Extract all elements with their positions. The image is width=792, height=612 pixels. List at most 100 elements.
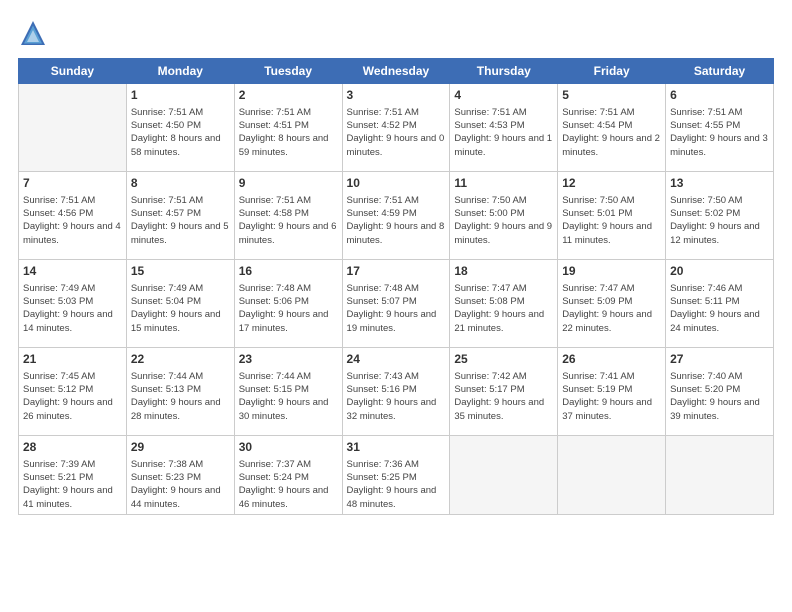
weekday-header-sunday: Sunday xyxy=(19,59,127,84)
calendar-cell: 16 Sunrise: 7:48 AMSunset: 5:06 PMDayligh… xyxy=(234,260,342,348)
calendar-cell xyxy=(666,436,774,515)
day-number: 11 xyxy=(454,175,553,192)
day-info: Sunrise: 7:46 AMSunset: 5:11 PMDaylight:… xyxy=(670,282,769,335)
day-number: 6 xyxy=(670,87,769,104)
logo xyxy=(18,18,50,48)
calendar-cell: 8 Sunrise: 7:51 AMSunset: 4:57 PMDaylight… xyxy=(126,172,234,260)
calendar-cell: 23 Sunrise: 7:44 AMSunset: 5:15 PMDayligh… xyxy=(234,348,342,436)
day-info: Sunrise: 7:39 AMSunset: 5:21 PMDaylight:… xyxy=(23,458,122,511)
weekday-row: SundayMondayTuesdayWednesdayThursdayFrid… xyxy=(19,59,774,84)
day-number: 8 xyxy=(131,175,230,192)
day-number: 15 xyxy=(131,263,230,280)
day-number: 25 xyxy=(454,351,553,368)
day-number: 24 xyxy=(347,351,446,368)
day-number: 21 xyxy=(23,351,122,368)
day-info: Sunrise: 7:50 AMSunset: 5:02 PMDaylight:… xyxy=(670,194,769,247)
day-info: Sunrise: 7:42 AMSunset: 5:17 PMDaylight:… xyxy=(454,370,553,423)
weekday-header-monday: Monday xyxy=(126,59,234,84)
calendar-table: SundayMondayTuesdayWednesdayThursdayFrid… xyxy=(18,58,774,515)
calendar-cell: 1 Sunrise: 7:51 AMSunset: 4:50 PMDaylight… xyxy=(126,84,234,172)
calendar-cell: 24 Sunrise: 7:43 AMSunset: 5:16 PMDayligh… xyxy=(342,348,450,436)
day-info: Sunrise: 7:51 AMSunset: 4:51 PMDaylight:… xyxy=(239,106,338,159)
day-info: Sunrise: 7:47 AMSunset: 5:08 PMDaylight:… xyxy=(454,282,553,335)
calendar-cell: 20 Sunrise: 7:46 AMSunset: 5:11 PMDayligh… xyxy=(666,260,774,348)
logo-icon xyxy=(18,18,48,48)
calendar-cell: 19 Sunrise: 7:47 AMSunset: 5:09 PMDayligh… xyxy=(558,260,666,348)
day-info: Sunrise: 7:51 AMSunset: 4:50 PMDaylight:… xyxy=(131,106,230,159)
calendar-header: SundayMondayTuesdayWednesdayThursdayFrid… xyxy=(19,59,774,84)
calendar-cell: 6Sunrise: 7:51 AMSunset: 4:55 PMDaylight… xyxy=(666,84,774,172)
calendar-cell: 4 Sunrise: 7:51 AMSunset: 4:53 PMDaylight… xyxy=(450,84,558,172)
day-number: 9 xyxy=(239,175,338,192)
day-info: Sunrise: 7:45 AMSunset: 5:12 PMDaylight:… xyxy=(23,370,122,423)
calendar-cell: 27 Sunrise: 7:40 AMSunset: 5:20 PMDayligh… xyxy=(666,348,774,436)
weekday-header-wednesday: Wednesday xyxy=(342,59,450,84)
calendar-cell: 15Sunrise: 7:49 AMSunset: 5:04 PMDayligh… xyxy=(126,260,234,348)
calendar-cell: 17Sunrise: 7:48 AMSunset: 5:07 PMDayligh… xyxy=(342,260,450,348)
calendar-cell: 29 Sunrise: 7:38 AMSunset: 5:23 PMDayligh… xyxy=(126,436,234,515)
day-number: 22 xyxy=(131,351,230,368)
day-info: Sunrise: 7:38 AMSunset: 5:23 PMDaylight:… xyxy=(131,458,230,511)
week-row-4: 21 Sunrise: 7:45 AMSunset: 5:12 PMDayligh… xyxy=(19,348,774,436)
day-number: 26 xyxy=(562,351,661,368)
calendar-cell: 26 Sunrise: 7:41 AMSunset: 5:19 PMDayligh… xyxy=(558,348,666,436)
header xyxy=(18,18,774,48)
day-info: Sunrise: 7:40 AMSunset: 5:20 PMDaylight:… xyxy=(670,370,769,423)
day-info: Sunrise: 7:44 AMSunset: 5:15 PMDaylight:… xyxy=(239,370,338,423)
day-number: 20 xyxy=(670,263,769,280)
day-number: 5 xyxy=(562,87,661,104)
day-info: Sunrise: 7:51 AMSunset: 4:56 PMDaylight:… xyxy=(23,194,122,247)
day-number: 16 xyxy=(239,263,338,280)
day-info: Sunrise: 7:51 AMSunset: 4:52 PMDaylight:… xyxy=(347,106,446,159)
day-number: 23 xyxy=(239,351,338,368)
weekday-header-thursday: Thursday xyxy=(450,59,558,84)
week-row-5: 28 Sunrise: 7:39 AMSunset: 5:21 PMDayligh… xyxy=(19,436,774,515)
day-info: Sunrise: 7:51 AMSunset: 4:57 PMDaylight:… xyxy=(131,194,230,247)
calendar-cell: 3 Sunrise: 7:51 AMSunset: 4:52 PMDaylight… xyxy=(342,84,450,172)
calendar-cell: 10Sunrise: 7:51 AMSunset: 4:59 PMDayligh… xyxy=(342,172,450,260)
day-number: 17 xyxy=(347,263,446,280)
calendar-cell: 22 Sunrise: 7:44 AMSunset: 5:13 PMDayligh… xyxy=(126,348,234,436)
day-number: 2 xyxy=(239,87,338,104)
day-info: Sunrise: 7:48 AMSunset: 5:06 PMDaylight:… xyxy=(239,282,338,335)
calendar-cell: 9Sunrise: 7:51 AMSunset: 4:58 PMDaylight… xyxy=(234,172,342,260)
day-number: 28 xyxy=(23,439,122,456)
weekday-header-tuesday: Tuesday xyxy=(234,59,342,84)
weekday-header-friday: Friday xyxy=(558,59,666,84)
calendar-cell: 18Sunrise: 7:47 AMSunset: 5:08 PMDayligh… xyxy=(450,260,558,348)
calendar-cell: 13 Sunrise: 7:50 AMSunset: 5:02 PMDayligh… xyxy=(666,172,774,260)
day-info: Sunrise: 7:51 AMSunset: 4:53 PMDaylight:… xyxy=(454,106,553,159)
day-number: 31 xyxy=(347,439,446,456)
day-info: Sunrise: 7:36 AMSunset: 5:25 PMDaylight:… xyxy=(347,458,446,511)
day-number: 1 xyxy=(131,87,230,104)
day-info: Sunrise: 7:50 AMSunset: 5:01 PMDaylight:… xyxy=(562,194,661,247)
calendar-body: 1 Sunrise: 7:51 AMSunset: 4:50 PMDaylight… xyxy=(19,84,774,515)
day-info: Sunrise: 7:37 AMSunset: 5:24 PMDaylight:… xyxy=(239,458,338,511)
day-number: 14 xyxy=(23,263,122,280)
calendar-cell: 5 Sunrise: 7:51 AMSunset: 4:54 PMDaylight… xyxy=(558,84,666,172)
calendar-cell: 2 Sunrise: 7:51 AMSunset: 4:51 PMDaylight… xyxy=(234,84,342,172)
day-info: Sunrise: 7:41 AMSunset: 5:19 PMDaylight:… xyxy=(562,370,661,423)
day-number: 19 xyxy=(562,263,661,280)
calendar-cell: 25 Sunrise: 7:42 AMSunset: 5:17 PMDayligh… xyxy=(450,348,558,436)
day-number: 3 xyxy=(347,87,446,104)
calendar-cell xyxy=(450,436,558,515)
day-number: 4 xyxy=(454,87,553,104)
calendar-cell: 28 Sunrise: 7:39 AMSunset: 5:21 PMDayligh… xyxy=(19,436,127,515)
day-number: 7 xyxy=(23,175,122,192)
calendar-cell: 21 Sunrise: 7:45 AMSunset: 5:12 PMDayligh… xyxy=(19,348,127,436)
day-number: 27 xyxy=(670,351,769,368)
day-info: Sunrise: 7:49 AMSunset: 5:03 PMDaylight:… xyxy=(23,282,122,335)
day-info: Sunrise: 7:51 AMSunset: 4:54 PMDaylight:… xyxy=(562,106,661,159)
day-info: Sunrise: 7:47 AMSunset: 5:09 PMDaylight:… xyxy=(562,282,661,335)
page: SundayMondayTuesdayWednesdayThursdayFrid… xyxy=(0,0,792,612)
day-number: 29 xyxy=(131,439,230,456)
day-number: 13 xyxy=(670,175,769,192)
day-info: Sunrise: 7:44 AMSunset: 5:13 PMDaylight:… xyxy=(131,370,230,423)
calendar-cell: 11Sunrise: 7:50 AMSunset: 5:00 PMDayligh… xyxy=(450,172,558,260)
day-info: Sunrise: 7:43 AMSunset: 5:16 PMDaylight:… xyxy=(347,370,446,423)
day-number: 12 xyxy=(562,175,661,192)
day-number: 30 xyxy=(239,439,338,456)
calendar-cell xyxy=(19,84,127,172)
day-number: 10 xyxy=(347,175,446,192)
